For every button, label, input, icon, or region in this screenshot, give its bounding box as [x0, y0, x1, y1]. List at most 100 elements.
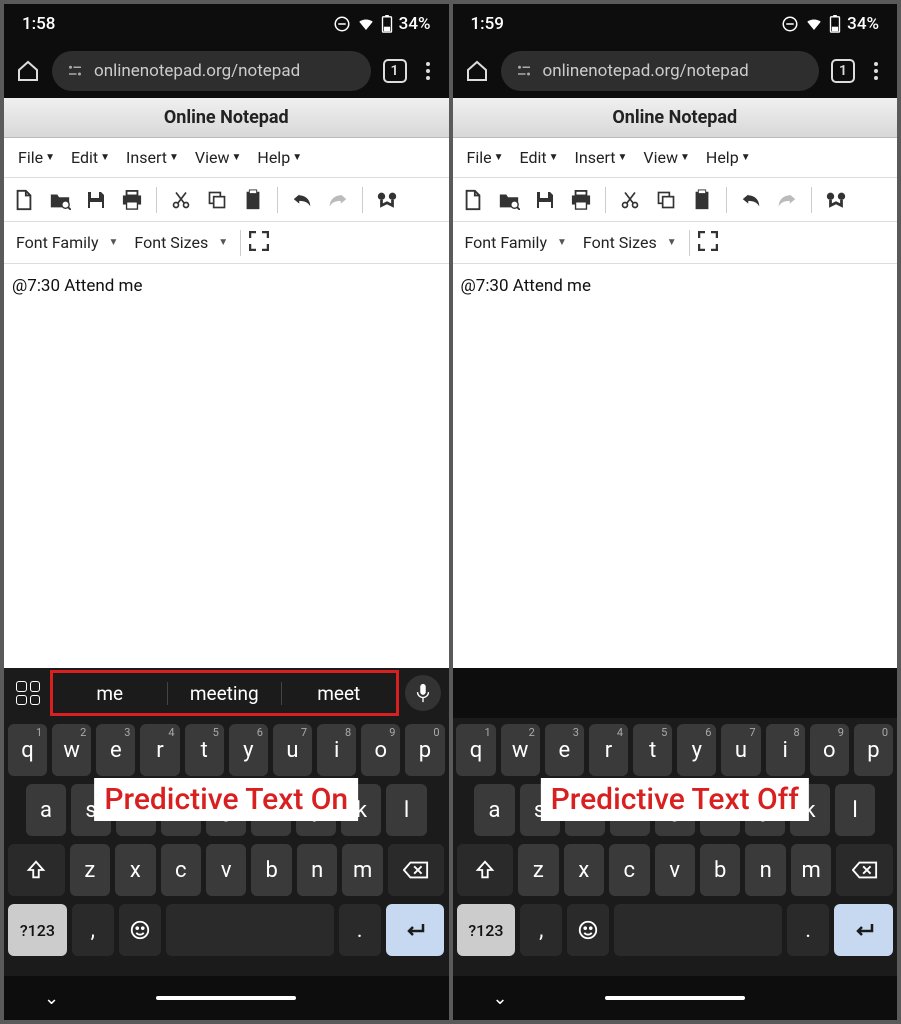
key-t[interactable]: t5 [185, 724, 224, 776]
menu-edit[interactable]: Edit▼ [514, 148, 565, 167]
open-file-icon[interactable] [497, 188, 521, 212]
key-t[interactable]: t5 [633, 724, 672, 776]
key-w[interactable]: w2 [501, 724, 540, 776]
menu-view[interactable]: View▼ [189, 148, 248, 167]
cut-icon[interactable] [169, 188, 193, 212]
editor-content[interactable]: @7:30 Attend me [4, 264, 449, 668]
key-z[interactable]: z [518, 844, 558, 896]
enter-key[interactable] [834, 904, 893, 956]
key-a[interactable]: a [474, 784, 514, 836]
emoji-key[interactable] [567, 904, 609, 956]
key-o[interactable]: o9 [810, 724, 849, 776]
keyboard-apps-icon[interactable] [12, 677, 44, 709]
nav-handle[interactable] [156, 996, 296, 1000]
key-l[interactable]: l [835, 784, 875, 836]
shift-key[interactable] [8, 844, 65, 896]
menu-file[interactable]: File▼ [12, 148, 61, 167]
menu-view[interactable]: View▼ [637, 148, 696, 167]
space-key[interactable] [614, 904, 782, 956]
key-b[interactable]: b [700, 844, 740, 896]
nav-handle[interactable] [605, 996, 745, 1000]
symbols-key[interactable]: ?123 [8, 904, 67, 956]
menu-insert[interactable]: Insert▼ [569, 148, 634, 167]
key-r[interactable]: r4 [140, 724, 179, 776]
key-u[interactable]: u7 [273, 724, 312, 776]
open-file-icon[interactable] [48, 188, 72, 212]
key-e[interactable]: e3 [96, 724, 135, 776]
menu-file[interactable]: File▼ [461, 148, 510, 167]
url-bar[interactable]: onlinenotepad.org/notepad [501, 51, 820, 91]
new-file-icon[interactable] [12, 188, 36, 212]
shift-key[interactable] [457, 844, 514, 896]
new-file-icon[interactable] [461, 188, 485, 212]
cut-icon[interactable] [618, 188, 642, 212]
fullscreen-icon[interactable] [698, 231, 718, 255]
redo-icon[interactable] [775, 188, 799, 212]
menu-help[interactable]: Help▼ [700, 148, 757, 167]
key-m[interactable]: m [342, 844, 382, 896]
font-sizes-dropdown[interactable]: Font Sizes▼ [579, 233, 681, 252]
key-w[interactable]: w2 [52, 724, 91, 776]
key-e[interactable]: e3 [545, 724, 584, 776]
comma-key[interactable]: , [520, 904, 562, 956]
nav-back-icon[interactable]: ⌄ [44, 988, 59, 1009]
tab-switcher[interactable]: 1 [383, 59, 407, 83]
key-x[interactable]: x [115, 844, 155, 896]
backspace-key[interactable] [836, 844, 893, 896]
key-x[interactable]: x [564, 844, 604, 896]
suggestion-3[interactable]: meet [282, 682, 396, 705]
period-key[interactable]: . [339, 904, 381, 956]
key-o[interactable]: o9 [361, 724, 400, 776]
home-icon[interactable] [16, 59, 40, 83]
key-n[interactable]: n [297, 844, 337, 896]
overflow-menu-icon[interactable] [867, 62, 885, 80]
key-v[interactable]: v [655, 844, 695, 896]
key-v[interactable]: v [206, 844, 246, 896]
fullscreen-icon[interactable] [249, 231, 269, 255]
key-r[interactable]: r4 [589, 724, 628, 776]
backspace-key[interactable] [388, 844, 445, 896]
symbols-key[interactable]: ?123 [457, 904, 516, 956]
period-key[interactable]: . [787, 904, 829, 956]
print-icon[interactable] [569, 188, 593, 212]
key-q[interactable]: q1 [456, 724, 495, 776]
key-l[interactable]: l [386, 784, 426, 836]
key-y[interactable]: y6 [677, 724, 716, 776]
key-a[interactable]: a [26, 784, 66, 836]
key-p[interactable]: p0 [854, 724, 893, 776]
key-c[interactable]: c [609, 844, 649, 896]
undo-icon[interactable] [739, 188, 763, 212]
font-family-dropdown[interactable]: Font Family▼ [461, 233, 571, 252]
overflow-menu-icon[interactable] [419, 62, 437, 80]
enter-key[interactable] [386, 904, 445, 956]
print-icon[interactable] [120, 188, 144, 212]
menu-help[interactable]: Help▼ [251, 148, 308, 167]
key-u[interactable]: u7 [721, 724, 760, 776]
save-icon[interactable] [84, 188, 108, 212]
menu-insert[interactable]: Insert▼ [120, 148, 185, 167]
suggestion-2[interactable]: meeting [168, 682, 283, 705]
key-q[interactable]: q1 [8, 724, 47, 776]
home-icon[interactable] [465, 59, 489, 83]
find-icon[interactable] [824, 188, 848, 212]
key-n[interactable]: n [745, 844, 785, 896]
key-z[interactable]: z [70, 844, 110, 896]
key-p[interactable]: p0 [405, 724, 444, 776]
find-icon[interactable] [375, 188, 399, 212]
suggestion-1[interactable]: me [53, 682, 168, 705]
key-b[interactable]: b [251, 844, 291, 896]
key-i[interactable]: i8 [766, 724, 805, 776]
comma-key[interactable]: , [72, 904, 114, 956]
space-key[interactable] [166, 904, 334, 956]
nav-back-icon[interactable]: ⌄ [493, 988, 508, 1009]
url-bar[interactable]: onlinenotepad.org/notepad [52, 51, 371, 91]
key-m[interactable]: m [791, 844, 831, 896]
emoji-key[interactable] [119, 904, 161, 956]
tab-switcher[interactable]: 1 [831, 59, 855, 83]
menu-edit[interactable]: Edit▼ [65, 148, 116, 167]
editor-content[interactable]: @7:30 Attend me [453, 264, 898, 668]
copy-icon[interactable] [654, 188, 678, 212]
save-icon[interactable] [533, 188, 557, 212]
key-y[interactable]: y6 [229, 724, 268, 776]
undo-icon[interactable] [290, 188, 314, 212]
